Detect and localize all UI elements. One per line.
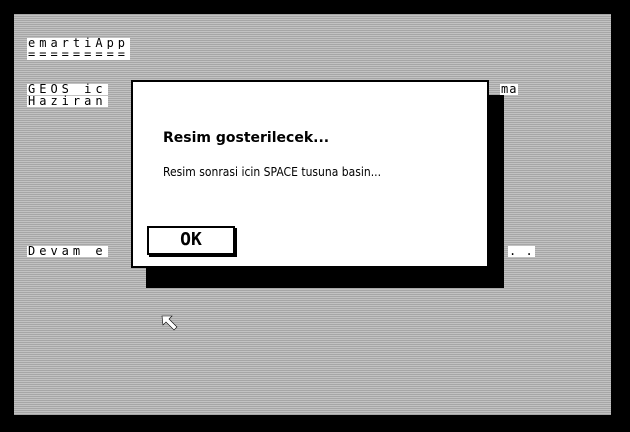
message-dialog: Resim gosterilecek... Resim sonrasi icin… (131, 80, 489, 268)
dialog-message: Resim sonrasi icin SPACE tusuna basin... (163, 165, 382, 179)
ok-button[interactable]: OK (147, 226, 235, 255)
info-line-1-end: ma (500, 82, 519, 96)
arrow-pointer-icon (161, 315, 178, 331)
continue-line-end: . . (508, 244, 535, 258)
title-underline: ========= (27, 47, 131, 61)
dialog-title: Resim gosterilecek... (163, 130, 330, 146)
continue-line: Devam e (27, 244, 108, 258)
info-line-2: Haziran (27, 94, 108, 108)
